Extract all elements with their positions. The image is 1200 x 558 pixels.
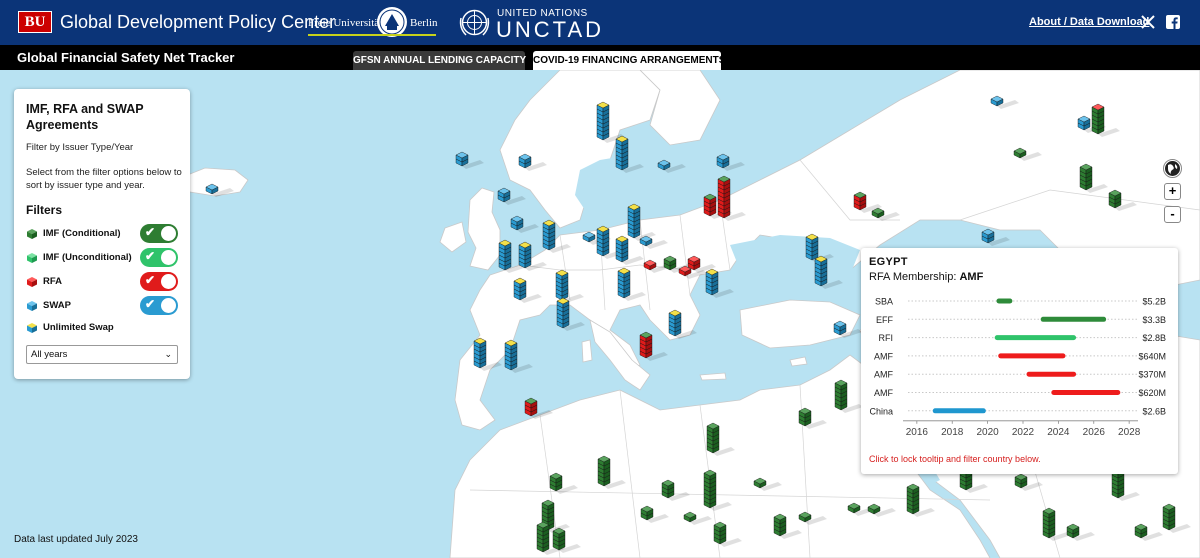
- tab-covid-financing[interactable]: COVID-19 FINANCING ARRANGEMENTS: [533, 51, 725, 71]
- globe-icon: [1165, 161, 1180, 176]
- zoom-in-button[interactable]: +: [1164, 183, 1181, 200]
- last-updated: Data last updated July 2023: [14, 534, 138, 545]
- filter-row-swap: SWAP ✔: [26, 296, 186, 316]
- amount-label: $2.6B: [1142, 406, 1166, 416]
- year-select-value: All years: [31, 349, 68, 360]
- row-label: AMF: [874, 351, 894, 361]
- timeline-bar: [1051, 390, 1121, 395]
- timeline-bar: [1026, 371, 1077, 377]
- filter-row-imf-conditional: IMF (Conditional) ✔: [26, 224, 186, 244]
- amount-label: $2.8B: [1142, 333, 1166, 343]
- tracker-title: Global Financial Safety Net Tracker: [17, 50, 235, 65]
- toggle-swap[interactable]: ✔: [140, 296, 178, 315]
- unlimited-swap-cube-icon: [27, 323, 37, 333]
- nav-bar: Global Financial Safety Net Tracker GFSN…: [0, 45, 1200, 71]
- check-icon: ✔: [145, 249, 156, 263]
- tab-gfsn-lending-capacity[interactable]: GFSN ANNUAL LENDING CAPACITY: [353, 51, 526, 71]
- bu-logo[interactable]: BU: [18, 11, 52, 33]
- fu-name-left: Freie Universität: [308, 17, 383, 29]
- row-label: AMF: [874, 370, 894, 380]
- globe-button[interactable]: [1163, 159, 1182, 178]
- x-tick-label: 2022: [1012, 427, 1035, 438]
- x-tick-label: 2018: [941, 427, 964, 438]
- filter-label: IMF (Unconditional): [43, 252, 132, 263]
- unctad-text: UNCTAD: [496, 17, 605, 42]
- fu-berlin-logo[interactable]: Freie Universität Berlin: [308, 6, 438, 40]
- land-scandinavia: [499, 70, 661, 229]
- timeline-bar: [1040, 316, 1107, 322]
- country-tooltip[interactable]: EGYPT RFA Membership: AMF SBA $5.2B EFF $3.…: [861, 248, 1178, 474]
- check-icon: ✔: [145, 225, 156, 239]
- row-label: AMF: [874, 388, 894, 398]
- zoom-out-button[interactable]: -: [1164, 206, 1181, 223]
- fu-underline: [308, 34, 436, 36]
- chevron-down-icon: ⌄: [164, 349, 172, 359]
- timeline-bar: [994, 335, 1077, 341]
- tooltip-hint: Click to lock tooltip and filter country…: [869, 454, 1041, 464]
- toggle-knob: [161, 226, 176, 241]
- land-cyprus: [789, 356, 808, 367]
- check-icon: ✔: [145, 273, 156, 287]
- timeline-bar: [996, 298, 1013, 304]
- amount-label: $3.3B: [1142, 315, 1166, 325]
- toggle-imf-unconditional[interactable]: ✔: [140, 248, 178, 267]
- year-select[interactable]: All years ⌄: [26, 345, 178, 364]
- amount-label: $5.2B: [1142, 297, 1166, 307]
- toggle-knob: [161, 250, 176, 265]
- center-name[interactable]: Global Development Policy Center: [60, 12, 335, 33]
- land-sardinia: [581, 339, 593, 363]
- panel-title: IMF, RFA and SWAP Agreements: [26, 102, 144, 132]
- filters-heading: Filters: [26, 203, 63, 217]
- swap-cube-icon: [27, 301, 37, 311]
- tooltip-timeline-chart: SBA $5.2B EFF $3.3B RFI $2.8B AMF $640M AMF $370M…: [869, 297, 1166, 438]
- filter-panel: IMF, RFA and SWAP Agreements Filter by I…: [14, 89, 190, 379]
- amount-label: $620M: [1138, 388, 1166, 398]
- toggle-rfa[interactable]: ✔: [140, 272, 178, 291]
- amount-label: $370M: [1138, 370, 1166, 380]
- facebook-icon[interactable]: [1166, 15, 1180, 29]
- panel-description: Select from the filter options below to …: [26, 167, 182, 191]
- row-label: RFI: [879, 333, 894, 343]
- check-icon: ✔: [145, 297, 156, 311]
- fu-name-right: Berlin: [410, 17, 438, 29]
- filter-label: IMF (Conditional): [43, 228, 121, 239]
- top-header: BU Global Development Policy Center Frei…: [0, 0, 1200, 45]
- about-data-download-link[interactable]: About / Data Download: [1029, 16, 1149, 28]
- imf-conditional-cube-icon: [27, 229, 37, 239]
- x-tick-label: 2026: [1083, 427, 1106, 438]
- row-label: China: [869, 406, 893, 416]
- land-uk: [467, 187, 501, 271]
- filter-row-rfa: RFA ✔: [26, 272, 186, 292]
- un-emblem-icon[interactable]: [458, 6, 491, 39]
- timeline-bar: [998, 353, 1066, 359]
- amount-label: $640M: [1138, 351, 1166, 361]
- imf-unconditional-cube-icon: [27, 253, 37, 263]
- toggle-knob: [161, 274, 176, 289]
- land-ireland: [439, 221, 467, 253]
- filter-row-unlimited-swap: Unlimited Swap: [26, 318, 186, 338]
- filter-label: SWAP: [43, 300, 71, 311]
- filter-label: Unlimited Swap: [43, 322, 114, 333]
- toggle-imf-conditional[interactable]: ✔: [140, 224, 178, 243]
- x-tick-label: 2028: [1118, 427, 1141, 438]
- land-crete: [699, 372, 727, 381]
- row-label: SBA: [875, 297, 893, 307]
- x-icon[interactable]: [1141, 15, 1155, 29]
- x-tick-label: 2024: [1047, 427, 1070, 438]
- x-tick-label: 2016: [906, 427, 929, 438]
- panel-subtitle: Filter by Issuer Type/Year: [26, 142, 134, 153]
- filter-label: RFA: [43, 276, 62, 287]
- filter-row-imf-unconditional: IMF (Unconditional) ✔: [26, 248, 186, 268]
- timeline-bar: [932, 408, 986, 414]
- rfa-cube-icon: [27, 277, 37, 287]
- row-label: EFF: [876, 315, 894, 325]
- x-tick-label: 2020: [976, 427, 999, 438]
- toggle-knob: [161, 298, 176, 313]
